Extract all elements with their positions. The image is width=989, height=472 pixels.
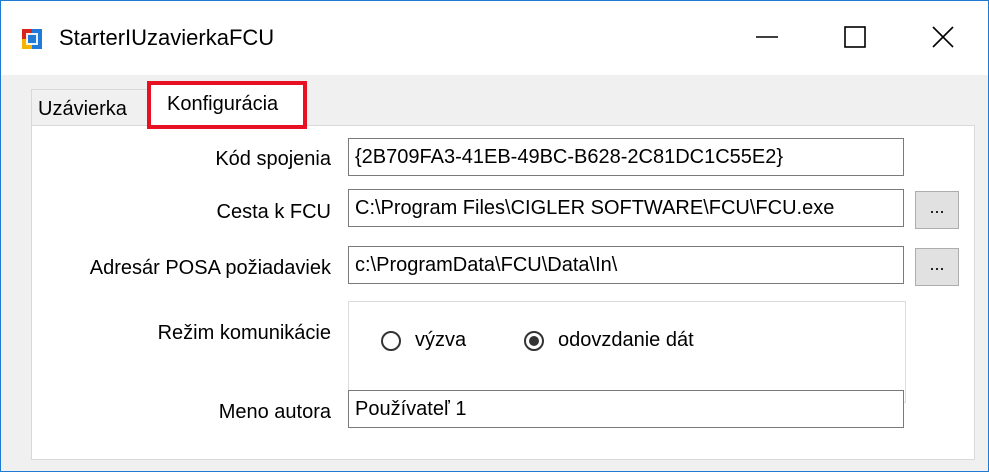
comm-mode-group	[348, 301, 906, 403]
tab-konfiguracia[interactable]: Konfigurácia	[147, 81, 307, 129]
connection-code-field[interactable]: {2B709FA3-41EB-49BC-B628-2C81DC1C55E2}	[348, 138, 904, 176]
close-button[interactable]	[899, 15, 987, 59]
close-icon	[932, 26, 954, 48]
author-field[interactable]: Používateľ 1	[348, 390, 904, 428]
tab-uzavierka[interactable]: Uzávierka	[31, 89, 149, 125]
fcu-path-field[interactable]: C:\Program Files\CIGLER SOFTWARE\FCU\FCU…	[348, 189, 904, 227]
posa-dir-field[interactable]: c:\ProgramData\FCU\Data\In\	[348, 246, 904, 284]
radio-circle-selected	[524, 330, 544, 351]
minimize-button[interactable]	[723, 15, 811, 59]
author-label: Meno autora	[218, 401, 331, 423]
fcu-path-label: Cesta k FCU	[216, 201, 331, 223]
connection-code-label: Kód spojenia	[215, 148, 331, 170]
radio-vyzva[interactable]: výzva	[381, 329, 466, 352]
radio-vyzva-label: výzva	[415, 329, 467, 351]
minimize-icon	[756, 36, 778, 38]
maximize-icon	[844, 26, 866, 48]
fcu-path-browse-button[interactable]: ...	[915, 191, 959, 229]
maximize-button[interactable]	[811, 15, 899, 59]
title-bar[interactable]: StarterIUzavierkaFCU	[1, 1, 988, 75]
app-icon	[22, 29, 42, 49]
comm-mode-label: Režim komunikácie	[157, 322, 331, 344]
radio-odovzdanie-dat-label: odovzdanie dát	[558, 329, 694, 351]
posa-dir-label: Adresár POSA požiadaviek	[89, 257, 331, 279]
radio-circle	[381, 330, 401, 351]
posa-dir-browse-button[interactable]: ...	[915, 248, 959, 286]
window-title: StarterIUzavierkaFCU	[59, 25, 275, 50]
radio-odovzdanie-dat[interactable]: odovzdanie dát	[524, 329, 694, 352]
app-window: StarterIUzavierkaFCU Uzávierka Konfigurá…	[0, 0, 989, 472]
